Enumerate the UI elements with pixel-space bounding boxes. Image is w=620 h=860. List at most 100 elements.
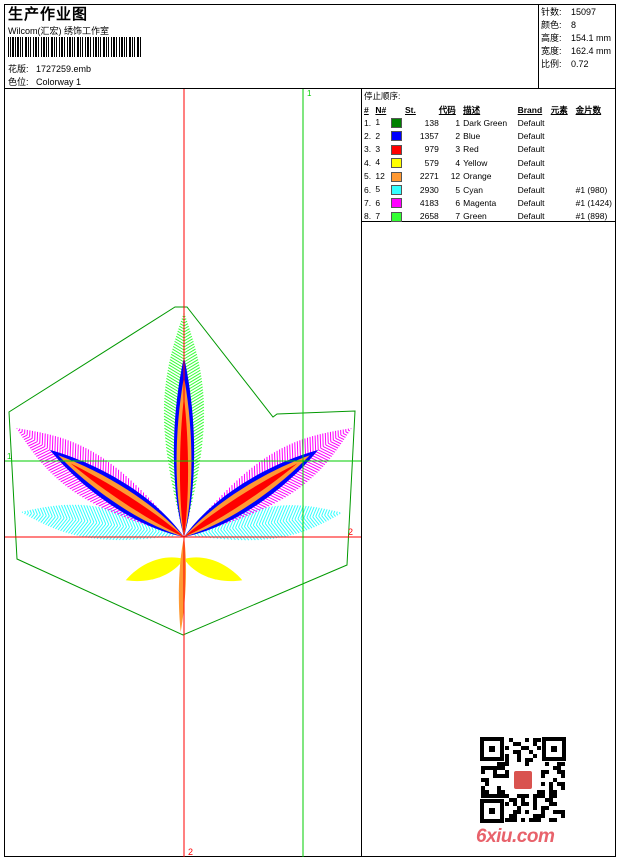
row-element-empty xyxy=(551,196,576,209)
color-swatch xyxy=(391,131,403,142)
row-stitches: 579 xyxy=(424,157,439,168)
design-stats: 针数: 15097 颜色: 8 高度: 154.1 mm 宽度: 162.4 mm 比例… xyxy=(541,6,611,71)
col-sequins: 金片数 xyxy=(575,104,602,115)
company-name: Wilcom(汇宏) 绣饰工作室 xyxy=(8,26,109,36)
seal-icon xyxy=(514,771,532,789)
row-sequins xyxy=(576,143,612,156)
colorway-value: Colorway 1 xyxy=(36,77,82,87)
row-brand: Default xyxy=(517,184,545,195)
col-desc: 描述 xyxy=(463,104,481,115)
stat-height: 高度: 154.1 mm xyxy=(541,33,612,43)
row-index: 4. xyxy=(364,157,372,168)
row-desc: Yellow xyxy=(463,157,488,168)
row-brand: Default xyxy=(517,144,545,155)
row-desc: Orange xyxy=(463,171,492,182)
row-needle: 12 xyxy=(375,170,405,183)
colorway-label: 色位: xyxy=(8,77,29,87)
row-needle: 4 xyxy=(375,156,405,169)
row-needle: 6 xyxy=(375,196,405,209)
color-swatch xyxy=(391,171,403,182)
color-swatch xyxy=(391,158,403,169)
row-sequins xyxy=(576,156,612,169)
row-desc: Green xyxy=(463,211,487,222)
row-brand: Default xyxy=(517,157,545,168)
row-index: 6. xyxy=(364,184,372,195)
page-title: 生产作业图 xyxy=(8,6,89,23)
row-code: 3 xyxy=(455,144,461,155)
qr-code xyxy=(480,737,566,823)
row-index: 3. xyxy=(364,144,372,155)
row-stitches: 138 xyxy=(424,117,439,128)
row-stitches: 4183 xyxy=(419,198,439,209)
watermark: 6xiu.com xyxy=(476,826,555,847)
row-desc: Blue xyxy=(463,131,481,142)
stats-divider xyxy=(538,4,539,88)
row-code: 7 xyxy=(455,211,461,222)
row-brand: Default xyxy=(517,117,545,128)
row-sequins: #1 (980) xyxy=(575,184,608,195)
row-needle: 7 xyxy=(375,210,405,223)
table-row: 4. 4 579 4 Yellow Default xyxy=(364,156,612,169)
table-row: 6. 5 2930 5 Cyan Default #1 (980) xyxy=(364,183,612,196)
pattern-line: 花版: 1727259.emb xyxy=(8,62,91,75)
stop-sequence: 停止顺序: # N# St. 代码 描述 Brand 元素 金片数 1. 1 138… xyxy=(364,90,614,223)
row-code: 4 xyxy=(455,157,461,168)
colorway-line: 色位: Colorway 1 xyxy=(8,75,81,88)
stat-scale: 比例: 0.72 xyxy=(541,59,589,69)
stat-width: 宽度: 162.4 mm xyxy=(541,46,612,56)
leaf-shape xyxy=(125,557,184,582)
row-index: 7. xyxy=(364,198,372,209)
row-code: 12 xyxy=(450,171,461,182)
sequence-divider xyxy=(361,88,362,857)
row-stitches: 2930 xyxy=(419,184,439,195)
table-row: 5. 12 2271 12 Orange Default xyxy=(364,170,612,183)
row-stitches: 2658 xyxy=(419,211,439,222)
row-element-empty xyxy=(551,170,576,183)
row-needle: 3 xyxy=(375,143,405,156)
row-stitches: 979 xyxy=(424,144,439,155)
guide-label-green-top: 1 xyxy=(307,89,312,98)
row-brand: Default xyxy=(517,171,545,182)
color-swatch xyxy=(391,198,403,209)
row-desc: Red xyxy=(463,144,479,155)
row-element-empty xyxy=(551,183,576,196)
row-needle: 2 xyxy=(375,129,405,142)
row-brand: Default xyxy=(517,211,545,222)
leaf-shape xyxy=(178,537,186,632)
stat-stitches: 针数: 15097 xyxy=(541,7,597,17)
table-row: 3. 3 979 3 Red Default xyxy=(364,143,612,156)
row-needle: 5 xyxy=(375,183,405,196)
row-code: 5 xyxy=(455,184,461,195)
row-brand: Default xyxy=(517,198,545,209)
table-row: 7. 6 4183 6 Magenta Default #1 (1424) xyxy=(364,196,612,209)
design-preview: 1 1 2 2 xyxy=(5,89,361,857)
color-swatch xyxy=(391,211,403,222)
table-row: 1. 1 138 1 Dark Green Default xyxy=(364,116,612,129)
row-element-empty xyxy=(551,156,576,169)
col-n: N# xyxy=(375,104,387,115)
barcode xyxy=(8,37,141,57)
guide-label-red-bottom: 2 xyxy=(188,847,193,857)
row-code: 1 xyxy=(455,117,461,128)
guide-label-red-right: 2 xyxy=(348,527,353,537)
row-index: 1. xyxy=(364,117,372,128)
col-code: 代码 xyxy=(438,104,456,115)
row-index: 5. xyxy=(364,171,372,182)
row-sequins xyxy=(576,116,612,129)
row-desc: Magenta xyxy=(463,198,497,209)
row-sequins xyxy=(576,129,612,142)
row-element-empty xyxy=(551,116,576,129)
table-row: 2. 2 1357 2 Blue Default xyxy=(364,129,612,142)
row-code: 2 xyxy=(455,131,461,142)
row-index: 2. xyxy=(364,131,372,142)
color-swatch xyxy=(391,185,403,196)
pattern-value: 1727259.emb xyxy=(36,64,92,74)
col-brand: Brand xyxy=(517,104,543,115)
guide-label-green-left: 1 xyxy=(7,452,12,461)
col-stitches: St. xyxy=(404,104,416,115)
color-swatch xyxy=(391,144,403,155)
row-desc: Dark Green xyxy=(463,117,508,128)
row-sequins: #1 (1424) xyxy=(575,198,612,209)
color-swatch xyxy=(391,118,403,129)
col-element: 元素 xyxy=(550,104,568,115)
